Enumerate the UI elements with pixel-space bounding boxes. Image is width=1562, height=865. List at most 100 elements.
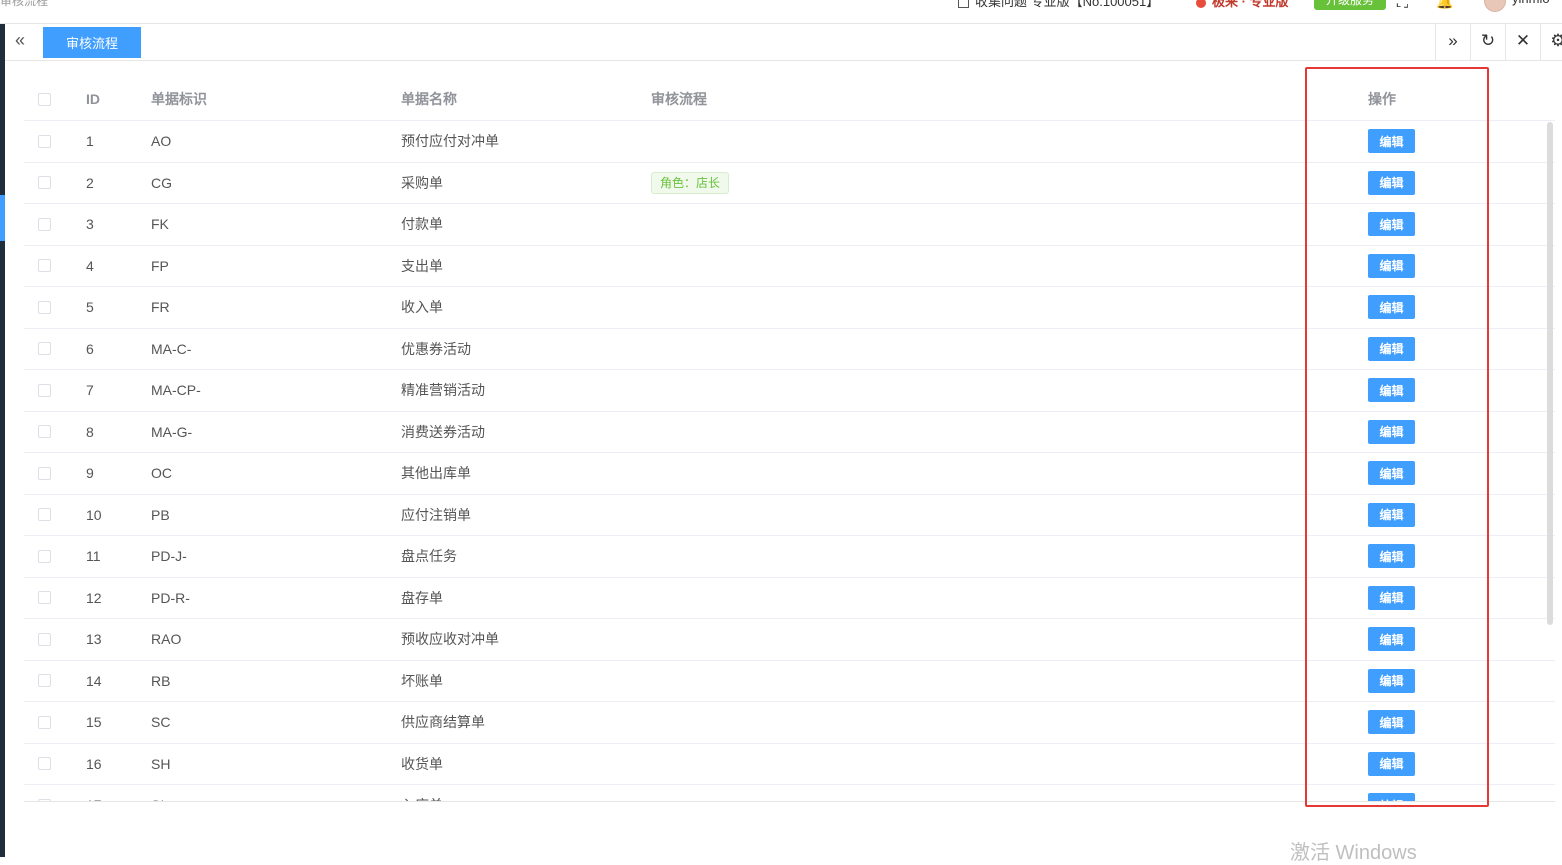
row-flow [651,287,951,328]
table-row: 15 SC 供应商结算单 编辑 [24,702,1555,744]
row-checkbox[interactable] [38,591,51,605]
scroll-right-icon[interactable]: » [1435,24,1470,60]
edit-button[interactable]: 编辑 [1368,212,1415,237]
edit-button[interactable]: 编辑 [1368,627,1415,652]
table-row: 7 MA-CP- 精准营销活动 编辑 [24,370,1555,412]
row-name: 盘存单 [401,589,443,606]
row-checkbox[interactable] [38,466,51,480]
brand-logo-icon [1196,0,1206,8]
row-code: RB [151,672,171,689]
row-id: 14 [86,672,102,689]
row-name: 入库单 [401,785,641,801]
row-code: PD-J- [151,548,187,565]
row-flow [651,702,951,743]
edit-button[interactable]: 编辑 [1368,751,1415,776]
row-operation: 编辑 [1368,246,1428,287]
row-checkbox[interactable] [38,176,51,190]
username[interactable]: yinmlo [1512,0,1550,6]
row-name: 优惠券活动 [401,340,471,357]
row-checkbox[interactable] [38,715,51,729]
table-row: 6 MA-C- 优惠券活动 编辑 [24,329,1555,370]
table-row: 3 FK 付款单 编辑 [24,204,1555,246]
row-flow: 角色：店长 [651,163,951,204]
help-text: 收集问题 专业版【No.100051】 [975,0,1160,9]
row-checkbox[interactable] [38,217,51,231]
feedback-icon [958,0,969,9]
edit-button[interactable]: 编辑 [1368,129,1415,154]
edit-button[interactable]: 编辑 [1368,668,1415,693]
row-checkbox[interactable] [38,425,51,439]
avatar[interactable] [1484,0,1506,12]
upgrade-button[interactable]: 升级服务 [1314,0,1386,10]
table-header: ID 单据标识 单据名称 审核流程 操作 [24,78,1555,121]
row-code: SH [151,755,171,772]
row-flow [651,536,951,577]
table-row: 9 OC 其他出库单 编辑 [24,453,1555,495]
bell-icon[interactable]: 🔔 [1436,0,1453,10]
row-checkbox[interactable] [38,549,51,563]
edit-button[interactable]: 编辑 [1368,378,1415,403]
row-id: 9 [86,465,94,482]
row-checkbox[interactable] [38,674,51,688]
edit-button[interactable]: 编辑 [1368,710,1415,735]
edit-button[interactable]: 编辑 [1368,502,1415,527]
table-row: 11 PD-J- 盘点任务 编辑 [24,536,1555,578]
row-checkbox[interactable] [38,342,51,356]
row-operation: 编辑 [1368,495,1428,536]
row-select-cell [38,536,54,577]
row-operation: 编辑 [1368,702,1428,743]
row-operation: 编辑 [1368,785,1428,801]
edit-button[interactable]: 编辑 [1368,170,1415,195]
refresh-icon[interactable]: ↻ [1470,24,1505,60]
row-code: SC [151,714,171,731]
row-operation: 编辑 [1368,287,1428,328]
row-flow [651,329,951,370]
row-operation: 编辑 [1368,453,1428,494]
row-checkbox[interactable] [38,632,51,646]
edit-button[interactable]: 编辑 [1368,793,1415,801]
row-checkbox[interactable] [38,757,51,771]
row-id: 4 [86,257,94,274]
row-checkbox[interactable] [38,134,51,148]
edit-button[interactable]: 编辑 [1368,461,1415,486]
table-row: 5 FR 收入单 编辑 [24,287,1555,329]
row-name: 消费送券活动 [401,423,485,440]
select-all-checkbox[interactable] [38,92,51,106]
side-nav-strip [0,0,5,857]
gear-icon[interactable]: ⚙ [1540,24,1562,60]
row-code: PD-R- [151,589,190,606]
side-nav-active-indicator [0,195,5,241]
row-checkbox[interactable] [38,383,51,397]
edit-button[interactable]: 编辑 [1368,295,1415,320]
tab-audit-flow[interactable]: 审核流程 [43,27,141,58]
table-row: 2 CG 采购单 角色：店长 编辑 [24,163,1555,204]
table-scrollbar[interactable] [1547,122,1553,625]
row-flow [651,370,951,411]
row-operation: 编辑 [1368,370,1428,411]
row-checkbox[interactable] [38,300,51,314]
close-icon[interactable]: ✕ [1505,24,1540,60]
row-checkbox[interactable] [38,798,51,801]
row-name: 其他出库单 [401,465,471,482]
edit-button[interactable]: 编辑 [1368,253,1415,278]
row-operation: 编辑 [1368,412,1428,453]
row-id: 2 [86,174,94,191]
row-code: FK [151,216,169,233]
column-header-flow: 审核流程 [651,91,707,107]
row-checkbox[interactable] [38,508,51,522]
edit-button[interactable]: 编辑 [1368,336,1415,361]
edit-button[interactable]: 编辑 [1368,585,1415,610]
scroll-left-icon[interactable]: « [15,30,25,51]
row-operation: 编辑 [1368,121,1428,162]
row-flow [651,578,951,619]
row-operation: 编辑 [1368,661,1428,702]
row-select-cell [38,578,54,619]
row-name: 盘点任务 [401,548,457,565]
fullscreen-icon[interactable]: ⛶ [1397,0,1408,12]
edit-button[interactable]: 编辑 [1368,419,1415,444]
row-checkbox[interactable] [38,259,51,273]
row-select-cell [38,121,54,162]
help-link[interactable]: 收集问题 专业版【No.100051】 [958,0,1159,10]
edit-button[interactable]: 编辑 [1368,544,1415,569]
row-select-cell [38,785,54,801]
